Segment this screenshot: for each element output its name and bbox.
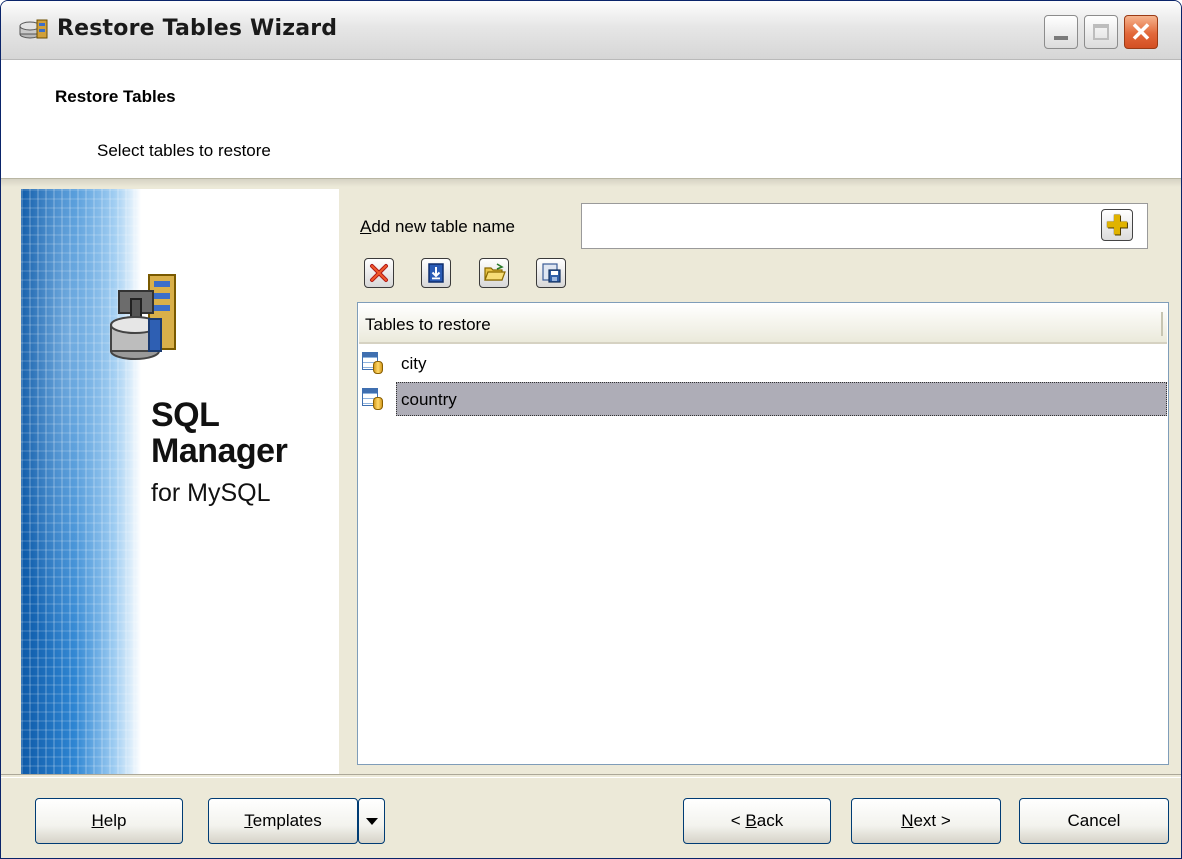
wizard-header: Restore Tables Select tables to restore: [1, 60, 1181, 179]
add-label-accel: A: [360, 217, 372, 236]
maximize-icon: [1093, 24, 1109, 40]
delete-icon: [370, 264, 388, 282]
minimize-icon: [1054, 36, 1068, 40]
table-icon-db: [373, 397, 383, 410]
save-icon: [542, 263, 561, 283]
window-title: Restore Tables Wizard: [57, 16, 338, 41]
close-icon: ✕: [1130, 17, 1152, 47]
product-banner: SQL Manager for MySQL: [21, 189, 339, 775]
templates-accel: T: [244, 811, 253, 830]
table-row[interactable]: city: [359, 346, 1167, 380]
step-title: Restore Tables: [55, 87, 176, 106]
footer-divider: [1, 774, 1181, 778]
cancel-label: Cancel: [1067, 811, 1121, 830]
add-table-button[interactable]: ✚: [1101, 209, 1133, 241]
remove-table-button[interactable]: [364, 258, 394, 288]
next-label: ext >: [913, 811, 951, 830]
add-label-text: dd new table name: [371, 217, 515, 236]
wizard-window: Restore Tables Wizard ✕ Restore Tables S…: [0, 0, 1182, 859]
step-subtitle: Select tables to restore: [97, 141, 271, 160]
brand-for-mysql: for MySQL: [151, 479, 271, 507]
next-accel: N: [901, 811, 914, 830]
close-button[interactable]: ✕: [1124, 15, 1158, 49]
load-tables-button[interactable]: [421, 258, 451, 288]
database-tools-icon: [110, 274, 176, 360]
maximize-button[interactable]: [1084, 15, 1118, 49]
tables-list[interactable]: Tables to restore city country: [357, 302, 1169, 765]
help-button[interactable]: Help: [35, 798, 183, 844]
column-header[interactable]: Tables to restore: [359, 304, 1167, 344]
header-divider: [1, 179, 1181, 187]
back-button[interactable]: < Back: [683, 798, 831, 844]
app-icon: [19, 19, 48, 39]
column-header-label: Tables to restore: [365, 315, 491, 334]
templates-button[interactable]: Templates: [208, 798, 358, 844]
table-icon: [362, 388, 384, 410]
save-list-button[interactable]: [536, 258, 566, 288]
table-name-input[interactable]: [581, 203, 1148, 249]
column-separator[interactable]: [1161, 312, 1163, 336]
back-prefix: <: [730, 811, 746, 830]
selection-highlight: [396, 382, 1167, 416]
chevron-down-icon: [366, 818, 378, 825]
table-row-selected[interactable]: country: [359, 382, 1167, 416]
back-accel: B: [745, 811, 757, 830]
brand-manager: Manager: [151, 432, 288, 470]
templates-dropdown-button[interactable]: [358, 798, 385, 844]
open-icon: [484, 263, 506, 281]
title-bar[interactable]: Restore Tables Wizard ✕: [1, 1, 1181, 60]
add-table-label: Add new table name: [360, 217, 515, 237]
plus-icon: ✚: [1106, 210, 1128, 240]
templates-label: emplates: [252, 811, 322, 830]
table-name: city: [401, 354, 427, 373]
table-icon-db: [373, 361, 383, 374]
cancel-button[interactable]: Cancel: [1019, 798, 1169, 844]
table-name: country: [401, 390, 457, 409]
next-button[interactable]: Next >: [851, 798, 1001, 844]
back-label: ack: [756, 811, 784, 830]
table-icon: [362, 352, 384, 374]
help-accel: H: [91, 811, 104, 830]
open-list-button[interactable]: [479, 258, 509, 288]
help-label: elp: [103, 811, 127, 830]
minimize-button[interactable]: [1044, 15, 1078, 49]
brand-sql: SQL: [151, 396, 220, 434]
load-icon: [428, 263, 444, 283]
